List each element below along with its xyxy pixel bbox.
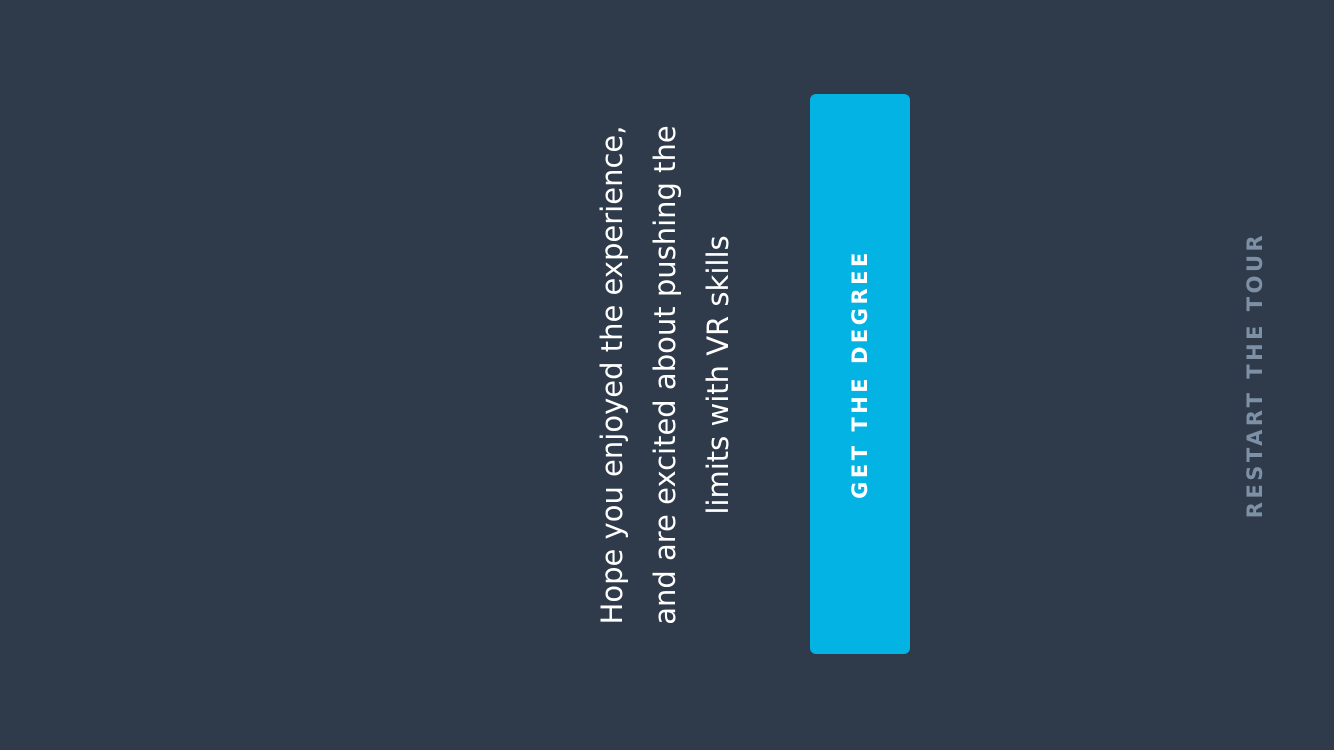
closing-message-text: Hope you enjoyed the experience, and are… [594, 125, 735, 625]
restart-tour-link[interactable]: RESTART THE TOUR [1235, 225, 1275, 525]
get-the-degree-label: GET THE DEGREE [848, 249, 872, 499]
closing-message: Hope you enjoyed the experience, and are… [595, 95, 735, 655]
restart-tour-label: RESTART THE TOUR [1243, 231, 1267, 519]
get-the-degree-button[interactable]: GET THE DEGREE [810, 94, 910, 654]
end-screen: Hope you enjoyed the experience, and are… [0, 0, 1334, 750]
